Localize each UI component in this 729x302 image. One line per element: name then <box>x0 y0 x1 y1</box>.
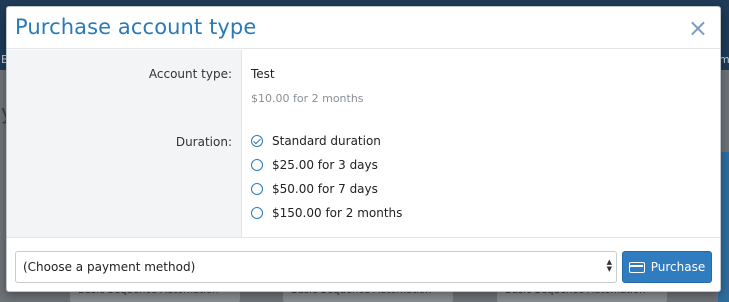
account-type-value: Test <box>251 67 275 81</box>
radio-icon[interactable] <box>251 159 263 171</box>
modal-title: Purchase account type <box>15 15 257 39</box>
purchase-button-label: Purchase <box>650 260 706 274</box>
duration-option-standard[interactable]: Standard duration <box>251 132 381 150</box>
credit-card-icon <box>628 261 645 273</box>
close-icon[interactable]: × <box>688 14 708 42</box>
account-type-label: Account type: <box>148 67 232 81</box>
duration-option-label: Standard duration <box>272 134 381 148</box>
radio-icon[interactable] <box>251 183 263 195</box>
select-arrows-icon: ▲ ▼ <box>606 258 612 273</box>
modal-footer: (Choose a payment method) ▲ ▼ Purchase <box>7 237 720 291</box>
payment-method-value: (Choose a payment method) <box>23 260 196 274</box>
account-type-price-note: $10.00 for 2 months <box>251 92 364 105</box>
duration-option-7-days[interactable]: $50.00 for 7 days <box>251 180 378 198</box>
radio-icon[interactable] <box>251 207 263 219</box>
duration-option-label: $150.00 for 2 months <box>272 206 403 220</box>
label-column: Account type: Duration: <box>7 50 242 237</box>
duration-option-2-months[interactable]: $150.00 for 2 months <box>251 204 402 222</box>
duration-label: Duration: <box>175 135 232 149</box>
purchase-button[interactable]: Purchase <box>622 251 712 283</box>
modal-header: Purchase account type × <box>7 7 720 49</box>
purchase-modal: Purchase account type × Account type: Du… <box>6 6 721 292</box>
duration-option-label: $25.00 for 3 days <box>272 158 378 172</box>
radio-checked-icon[interactable] <box>251 135 263 147</box>
duration-option-label: $50.00 for 7 days <box>272 182 378 196</box>
duration-option-3-days[interactable]: $25.00 for 3 days <box>251 156 378 174</box>
payment-method-select[interactable]: (Choose a payment method) ▲ ▼ <box>15 251 617 283</box>
